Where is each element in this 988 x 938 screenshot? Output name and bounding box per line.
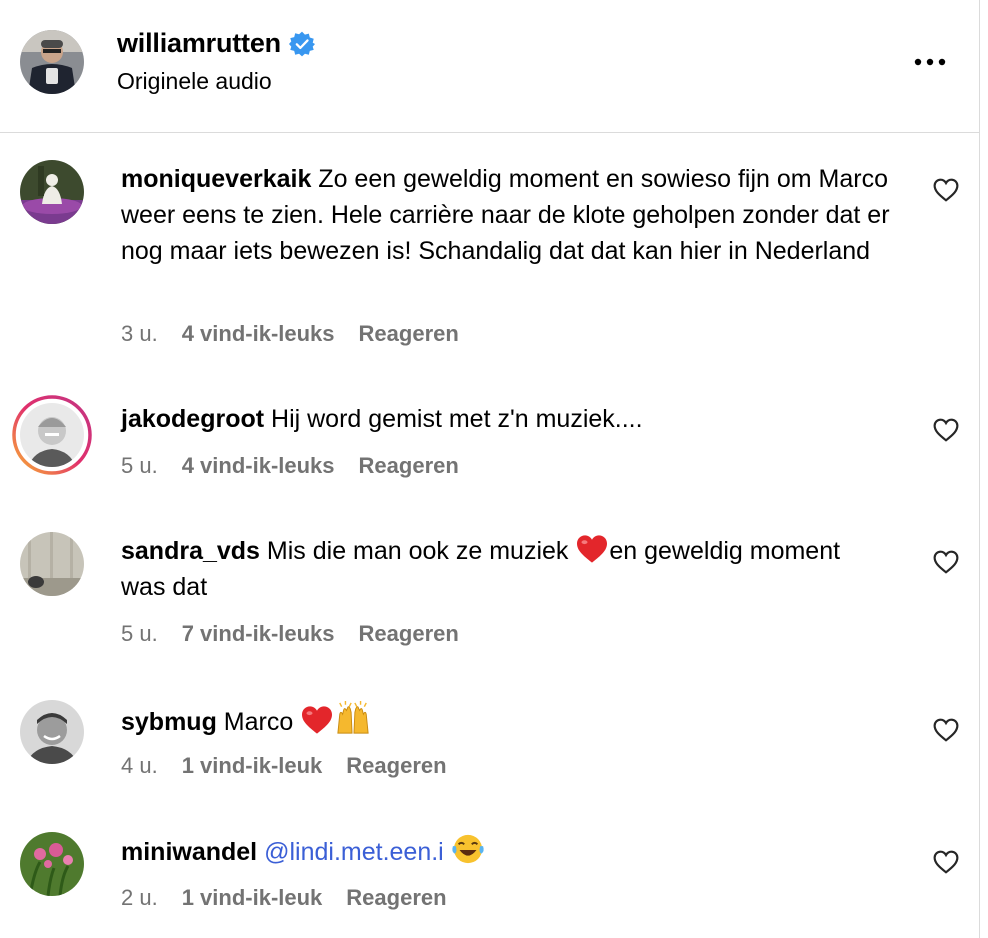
comment-likes[interactable]: 4 vind-ik-leuks xyxy=(182,321,335,347)
red-heart-emoji-icon xyxy=(577,535,608,563)
comment-username[interactable]: sandra_vds xyxy=(121,537,260,565)
comment-text: moniqueverkaik Zo een geweldig moment en… xyxy=(121,161,891,269)
heart-outline-icon xyxy=(933,550,959,574)
comment-likes[interactable]: 1 vind-ik-leuk xyxy=(182,753,323,779)
more-options-button[interactable] xyxy=(910,48,950,76)
comment-body: Marco xyxy=(216,708,301,736)
like-button[interactable] xyxy=(930,174,962,206)
divider xyxy=(979,0,980,938)
comment-likes[interactable]: 1 vind-ik-leuk xyxy=(182,885,323,911)
comment-meta: 2 u. 1 vind-ik-leuk Reageren xyxy=(121,885,447,911)
mention-link[interactable]: @lindi.met.een.i xyxy=(264,838,444,866)
reply-button[interactable]: Reageren xyxy=(359,453,459,479)
comment-text: jakodegroot Hij word gemist met z'n muzi… xyxy=(121,401,891,437)
comment-likes[interactable]: 4 vind-ik-leuks xyxy=(182,453,335,479)
avatar[interactable] xyxy=(20,160,84,224)
more-horizontal-icon xyxy=(914,58,946,66)
comment-time[interactable]: 5 u. xyxy=(121,621,158,647)
heart-outline-icon xyxy=(933,850,959,874)
comment-username[interactable]: miniwandel xyxy=(121,838,257,866)
post-header: williamrutten Originele audio xyxy=(0,0,979,133)
like-button[interactable] xyxy=(930,546,962,578)
tears-of-joy-emoji-icon xyxy=(452,834,484,864)
heart-outline-icon xyxy=(933,178,959,202)
audio-label[interactable]: Originele audio xyxy=(117,68,272,95)
comment-text: miniwandel @lindi.met.een.i xyxy=(121,833,891,870)
verified-badge-icon xyxy=(288,31,315,56)
raising-hands-emoji-icon xyxy=(337,701,369,734)
reply-button[interactable]: Reageren xyxy=(359,321,459,347)
comment-meta: 5 u. 7 vind-ik-leuks Reageren xyxy=(121,621,459,647)
reply-button[interactable]: Reageren xyxy=(346,753,446,779)
avatar[interactable] xyxy=(20,700,84,764)
post-author[interactable]: williamrutten xyxy=(117,28,315,59)
comment-username[interactable]: sybmug xyxy=(121,708,217,736)
reply-button[interactable]: Reageren xyxy=(359,621,459,647)
comment-text: sybmug Marco xyxy=(121,701,891,740)
comment-time[interactable]: 2 u. xyxy=(121,885,158,911)
reply-button[interactable]: Reageren xyxy=(346,885,446,911)
comment-meta: 3 u. 4 vind-ik-leuks Reageren xyxy=(121,321,459,347)
like-button[interactable] xyxy=(930,414,962,446)
comment-time[interactable]: 5 u. xyxy=(121,453,158,479)
red-heart-emoji-icon xyxy=(302,706,333,734)
comment-meta: 4 u. 1 vind-ik-leuk Reageren xyxy=(121,753,447,779)
comment-time[interactable]: 4 u. xyxy=(121,753,158,779)
post-author-name[interactable]: williamrutten xyxy=(117,28,281,59)
comment-body: Hij word gemist met z'n muziek.... xyxy=(264,405,643,433)
avatar[interactable] xyxy=(20,30,84,94)
comment-meta: 5 u. 4 vind-ik-leuks Reageren xyxy=(121,453,459,479)
heart-outline-icon xyxy=(933,718,959,742)
avatar[interactable] xyxy=(12,395,92,475)
comment-likes[interactable]: 7 vind-ik-leuks xyxy=(182,621,335,647)
comment-body: Mis die man ook ze muziek xyxy=(259,537,576,565)
comment-time[interactable]: 3 u. xyxy=(121,321,158,347)
heart-outline-icon xyxy=(933,418,959,442)
like-button[interactable] xyxy=(930,714,962,746)
comments-panel: williamrutten Originele audio moniquever… xyxy=(0,0,988,938)
avatar[interactable] xyxy=(20,532,84,596)
avatar[interactable] xyxy=(20,832,84,896)
comment-username[interactable]: jakodegroot xyxy=(121,405,264,433)
comment-text: sandra_vds Mis die man ook ze muziek en … xyxy=(121,533,891,605)
comment-username[interactable]: moniqueverkaik xyxy=(121,165,311,193)
like-button[interactable] xyxy=(930,846,962,878)
